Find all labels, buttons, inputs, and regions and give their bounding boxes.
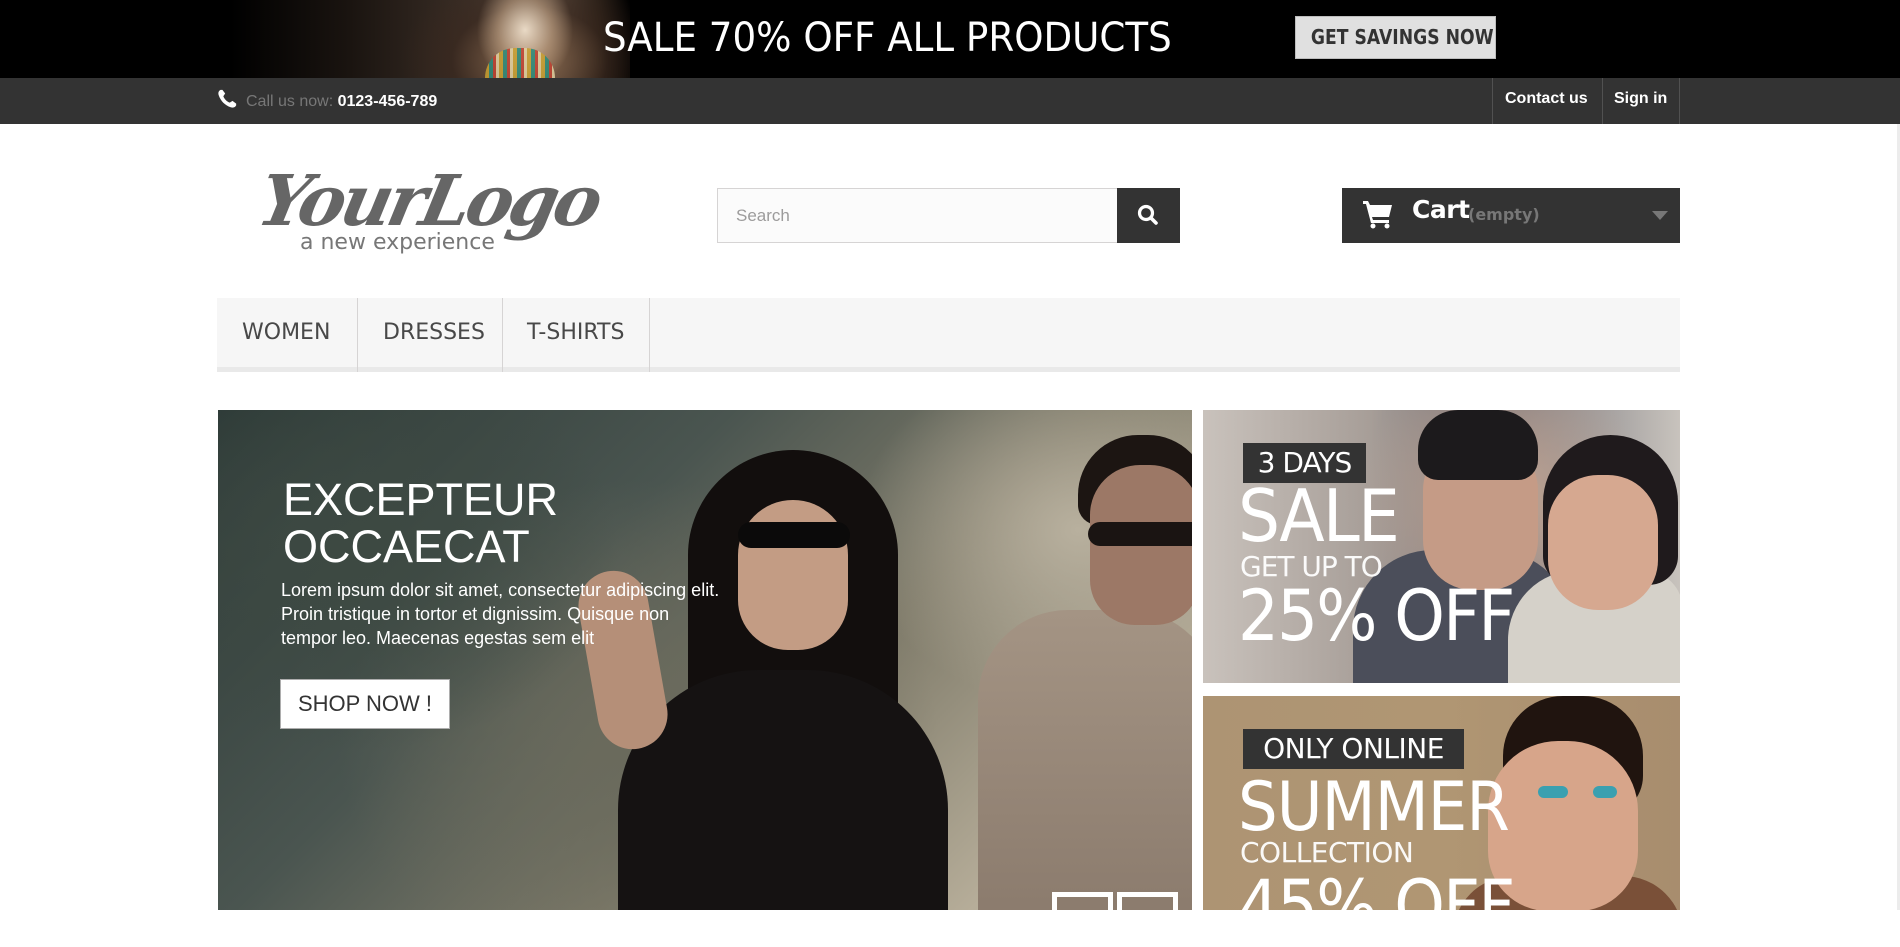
slider-prev-button[interactable] [1052, 892, 1113, 922]
promo-model-image [230, 0, 630, 78]
nav-separator [1602, 78, 1603, 124]
search-icon [1137, 204, 1158, 225]
promo-headline: SALE 70% OFF ALL PRODUCTS [603, 15, 1172, 61]
call-us-text: Call us now: 0123-456-789 [246, 93, 437, 111]
store-logo[interactable]: YourLogo a new experience [248, 153, 608, 258]
slide-woman-jacket [618, 670, 948, 910]
banner-model-eyeshadow [1593, 786, 1617, 798]
get-savings-button[interactable]: GET SAVINGS NOW [1295, 16, 1496, 59]
shop-now-button[interactable]: SHOP NOW ! [280, 679, 450, 729]
slide-title: EXCEPTEUR OCCAECAT [283, 474, 559, 572]
slide-man-sunglasses [1088, 522, 1192, 546]
cart-icon [1363, 201, 1392, 229]
cart-label: Cart [1412, 195, 1470, 224]
sign-in-link[interactable]: Sign in [1614, 90, 1667, 108]
banner-woman-face [1548, 475, 1658, 610]
search-input[interactable] [717, 188, 1118, 243]
logo-tagline: a new experience [300, 230, 495, 255]
cart-status: (empty) [1468, 205, 1540, 224]
slider-next-button[interactable] [1117, 892, 1178, 922]
menu-item-women[interactable]: WOMEN [242, 298, 330, 372]
call-us-label: Call us now: [246, 93, 334, 110]
menu-separator [357, 298, 358, 372]
banner-offer: 45% OFF [1238, 865, 1515, 947]
phone-icon [218, 89, 237, 108]
slide-description: Lorem ipsum dolor sit amet, consectetur … [281, 580, 720, 648]
banner-headline: SALE [1238, 474, 1400, 558]
caret-down-icon[interactable] [1652, 211, 1668, 220]
search-button[interactable] [1117, 188, 1180, 243]
menu-separator [502, 298, 503, 372]
nav-separator [1492, 78, 1493, 124]
banner-man-hair [1418, 410, 1538, 480]
banner-offer: 25% OFF [1238, 575, 1515, 657]
banner-model-eyeshadow [1538, 786, 1568, 798]
nav-separator [1679, 78, 1680, 124]
banner-tag: ONLY ONLINE [1243, 729, 1464, 769]
contact-us-link[interactable]: Contact us [1505, 90, 1588, 108]
menu-separator [649, 298, 650, 372]
menu-item-dresses[interactable]: DRESSES [383, 298, 485, 372]
menu-item-tshirts[interactable]: T-SHIRTS [527, 298, 624, 372]
slide-man-jacket [978, 610, 1192, 910]
get-savings-label: GET SAVINGS NOW [1310, 25, 1494, 49]
slide-woman-sunglasses [738, 522, 850, 548]
phone-number: 0123-456-789 [337, 93, 438, 110]
